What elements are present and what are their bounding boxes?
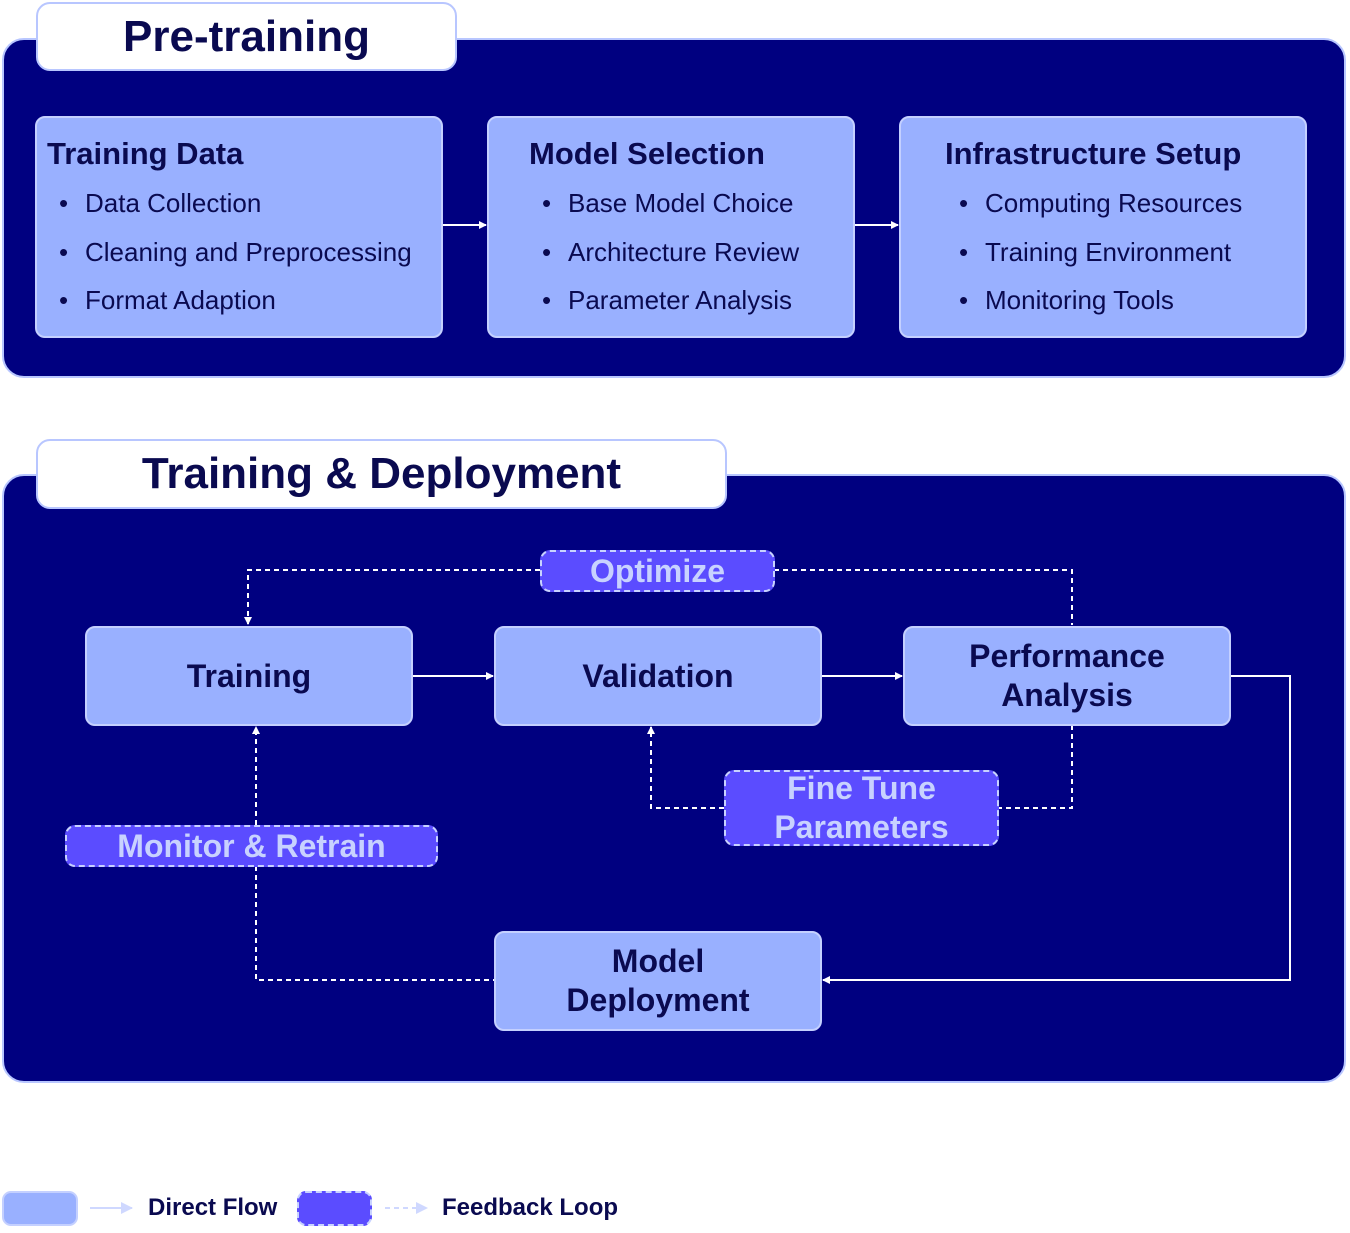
feedback-optimize: Optimize — [540, 550, 775, 592]
node-label: Deployment — [566, 982, 750, 1018]
node-performance-analysis: Performance Analysis — [903, 626, 1231, 726]
legend-direct-swatch — [2, 1191, 78, 1226]
feedback-label: Fine Tune — [787, 770, 936, 806]
node-label: Model — [611, 943, 705, 979]
legend-feedback-swatch — [297, 1191, 372, 1226]
legend-direct-label: Direct Flow — [148, 1194, 278, 1221]
loop-optimize-left — [244, 569, 540, 625]
loop-finetune-right — [998, 725, 1073, 809]
loop-optimize-right — [774, 569, 1073, 625]
node-label: Training — [186, 657, 312, 694]
node-model-deployment: Model Deployment — [494, 931, 822, 1031]
loop-monitor-down — [255, 866, 494, 981]
feedback-label: Monitor & Retrain — [117, 827, 386, 864]
node-validation: Validation — [494, 626, 822, 726]
feedback-monitor-retrain: Monitor & Retrain — [65, 825, 438, 867]
node-label: Analysis — [1001, 677, 1133, 713]
diagram: Pre-training Training Data Data Collecti… — [0, 0, 1350, 1233]
feedback-fine-tune: Fine Tune Parameters — [724, 770, 999, 846]
node-training: Training — [85, 626, 413, 726]
loop-finetune-left — [647, 726, 724, 809]
feedback-label: Parameters — [774, 809, 949, 845]
legend-feedback-label: Feedback Loop — [442, 1194, 619, 1221]
node-label: Performance — [969, 638, 1165, 674]
node-label: Validation — [582, 657, 734, 694]
connectors — [90, 221, 1291, 1214]
feedback-label: Optimize — [589, 552, 726, 589]
